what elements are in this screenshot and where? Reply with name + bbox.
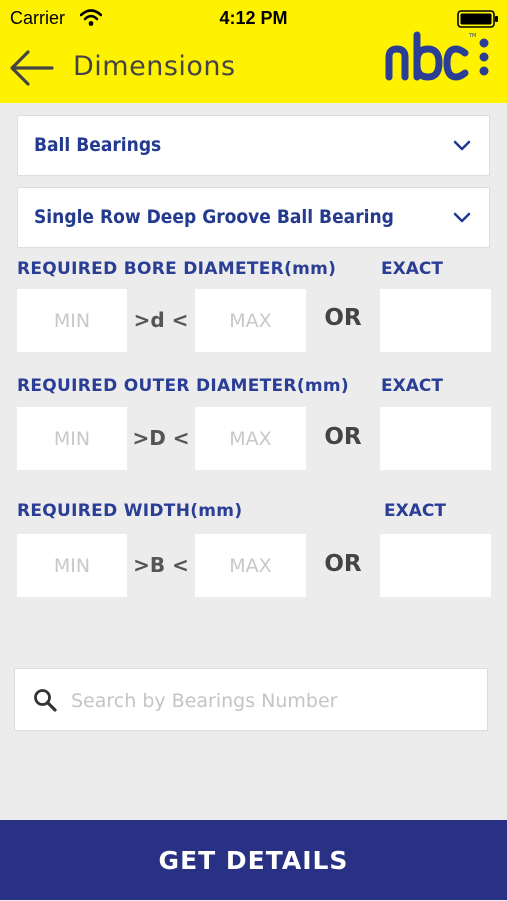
bore-diameter-label: REQUIRED BORE DIAMETER(mm): [17, 259, 337, 279]
width-exact-input[interactable]: [380, 534, 491, 597]
search-box[interactable]: [14, 668, 488, 732]
nbc-logo: TM: [385, 31, 489, 81]
bearing-subtype-value: Single Row Deep Groove Ball Bearing: [34, 206, 394, 228]
arrow-left-icon[interactable]: [8, 48, 54, 88]
bore-max-input[interactable]: [195, 289, 306, 352]
outer-max-input[interactable]: [195, 407, 306, 470]
bore-min-input[interactable]: [17, 289, 127, 352]
bore-or-label: OR: [324, 305, 362, 331]
width-or-label: OR: [324, 551, 362, 577]
outer-exact-label: EXACT: [381, 376, 443, 396]
svg-text:TM: TM: [468, 33, 476, 39]
search-input[interactable]: [69, 669, 483, 732]
search-icon: [34, 689, 57, 712]
outer-diameter-label: REQUIRED OUTER DIAMETER(mm): [17, 376, 349, 396]
status-time: 4:12 PM: [219, 8, 288, 28]
bearing-type-value: Ball Bearings: [34, 134, 162, 156]
outer-exact-input[interactable]: [380, 407, 491, 470]
get-details-button[interactable]: GET DETAILS: [0, 820, 507, 900]
width-exact-label: EXACT: [384, 501, 446, 521]
outer-symbol: >D <: [132, 426, 190, 450]
bore-exact-label: EXACT: [381, 259, 443, 279]
bore-symbol: >d <: [133, 308, 189, 332]
width-label: REQUIRED WIDTH(mm): [17, 501, 243, 521]
width-max-input[interactable]: [195, 534, 306, 597]
outer-or-label: OR: [324, 424, 362, 450]
outer-min-input[interactable]: [17, 407, 127, 470]
app-header: Carrier 4:12 PM Dimensions TM: [0, 0, 507, 103]
chevron-down-icon: [453, 212, 471, 223]
width-symbol: >B <: [133, 553, 189, 577]
chevron-down-icon: [453, 140, 471, 151]
bore-exact-input[interactable]: [380, 289, 491, 352]
width-min-input[interactable]: [17, 534, 127, 597]
battery-icon: [457, 10, 498, 28]
bearing-subtype-select[interactable]: Single Row Deep Groove Ball Bearing: [17, 187, 490, 248]
bearing-type-select[interactable]: Ball Bearings: [17, 115, 490, 176]
page-title: Dimensions: [73, 51, 236, 82]
